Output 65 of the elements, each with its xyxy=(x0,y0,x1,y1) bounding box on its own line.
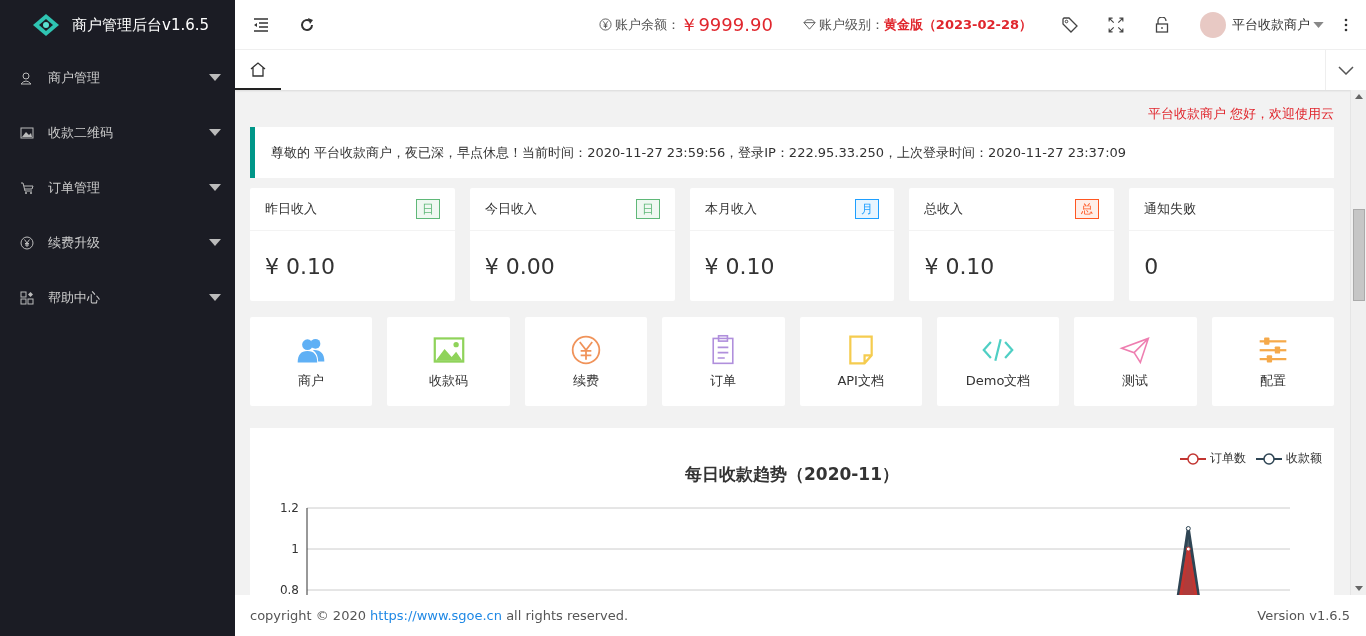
shortcut-tile[interactable]: 续费 xyxy=(524,317,648,406)
sidebar-item[interactable]: 商户管理 xyxy=(0,50,235,105)
stat-value: ¥ 0.00 xyxy=(484,253,555,279)
menu-fold-icon[interactable] xyxy=(253,16,269,33)
stat-value: ¥ 0.10 xyxy=(924,253,995,279)
yen-icon xyxy=(599,18,613,31)
scroll-down-icon[interactable] xyxy=(1354,586,1363,591)
y-tick-label: 1 xyxy=(291,542,299,556)
stat-title: 本月收入 xyxy=(704,200,757,218)
legend-label: 收款额 xyxy=(1286,450,1322,467)
y-tick-label: 1.2 xyxy=(279,501,299,515)
shortcut-tile[interactable]: API文档 xyxy=(799,317,922,406)
home-icon xyxy=(250,61,266,77)
scroll-up-icon[interactable] xyxy=(1354,94,1363,99)
level-label: 账户级别： xyxy=(818,15,884,34)
welcome-marquee: 平台收款商户 您好，欢迎使用云 xyxy=(1147,105,1334,123)
app-title: 商户管理后台v1.6.5 xyxy=(72,15,210,35)
caret-icon xyxy=(1313,21,1324,28)
lock-icon[interactable] xyxy=(1154,16,1170,33)
image-icon xyxy=(20,125,34,140)
sidebar-item[interactable]: 收款二维码 xyxy=(0,105,235,160)
tag-icon[interactable] xyxy=(1062,16,1078,33)
diamond-icon xyxy=(802,18,816,31)
user-name[interactable]: 平台收款商户 xyxy=(1232,15,1310,34)
shortcut-tile[interactable]: Demo文档 xyxy=(936,317,1060,406)
stat-value: 0 xyxy=(1144,253,1159,279)
stat-title: 昨日收入 xyxy=(265,200,317,218)
legend-label: 订单数 xyxy=(1210,450,1246,467)
stat-title: 今日收入 xyxy=(484,200,537,218)
period-badge: 日 xyxy=(415,199,440,219)
period-badge: 日 xyxy=(635,199,660,219)
apps-icon xyxy=(20,290,34,305)
user-icon xyxy=(20,70,34,85)
fullscreen-icon[interactable] xyxy=(1108,16,1124,33)
scrollbar-thumb[interactable] xyxy=(1352,209,1365,301)
sidebar-item[interactable]: 续费升级 xyxy=(0,215,235,270)
yen-icon xyxy=(20,235,34,250)
balance-label: 账户余额： xyxy=(615,15,681,34)
notice-text: 尊敬的 平台收款商户，夜已深，早点休息！当前时间：2020-11-27 23:59:56，登录IP：222.95.33.250，上次登录时间：2020-11-27 23:37:09 xyxy=(271,143,1127,162)
stat-title: 总收入 xyxy=(924,200,964,218)
balance-value: ￥9999.90 xyxy=(680,12,773,37)
chart-title: 每日收款趋势（2020-11） xyxy=(685,463,899,486)
sidebar-item[interactable]: 订单管理 xyxy=(0,160,235,215)
scrollbar[interactable] xyxy=(1350,90,1366,595)
shortcut-tile[interactable]: 测试 xyxy=(1074,317,1197,406)
more-icon[interactable] xyxy=(1344,17,1348,32)
chevron-down-icon xyxy=(1338,65,1354,75)
site-link[interactable]: https://www.sgoe.cn xyxy=(370,608,502,623)
period-badge: 月 xyxy=(855,199,880,219)
version-text: Version v1.6.5 xyxy=(1257,608,1350,623)
y-tick-label: 0.8 xyxy=(279,583,299,595)
stat-value: ¥ 0.10 xyxy=(704,253,775,279)
stat-value: ¥ 0.10 xyxy=(265,253,335,279)
shortcut-tile[interactable]: 收款码 xyxy=(387,317,510,406)
logo-icon xyxy=(32,13,60,37)
shortcut-tile[interactable]: 配置 xyxy=(1211,317,1334,406)
shortcut-tile[interactable]: 订单 xyxy=(662,317,785,406)
period-badge: 总 xyxy=(1075,199,1100,219)
level-value: 黄金版（2023-02-28） xyxy=(883,15,1032,34)
refresh-icon[interactable] xyxy=(299,16,315,33)
copyright-text: copyright © 2020 https://www.sgoe.cn all rights reserved. xyxy=(250,608,629,623)
cart-icon xyxy=(20,180,34,195)
shortcut-tile[interactable]: 商户 xyxy=(250,317,373,406)
sidebar-item[interactable]: 帮助中心 xyxy=(0,270,235,325)
stat-title: 通知失败 xyxy=(1144,200,1197,218)
